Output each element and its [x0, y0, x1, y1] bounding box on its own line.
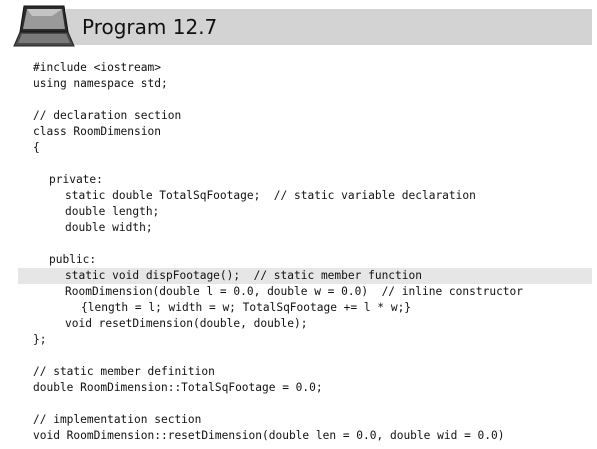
- code-line: double RoomDimension::TotalSqFootage = 0…: [0, 380, 597, 396]
- code-line-text: {: [33, 141, 40, 154]
- code-line-text: RoomDimension(double l = 0.0, double w =…: [65, 285, 524, 298]
- code-line-text: // static member definition: [33, 365, 215, 378]
- code-line: static double TotalSqFootage; // static …: [0, 188, 597, 204]
- code-line-text: static double TotalSqFootage; // static …: [65, 189, 476, 202]
- code-line-text: #include <iostream>: [33, 61, 161, 74]
- code-line-text: // implementation section: [33, 413, 202, 426]
- code-line: void resetDimension(double, double);: [0, 316, 597, 332]
- code-line: // implementation section: [0, 412, 597, 428]
- code-line: using namespace std;: [0, 76, 597, 92]
- code-line-text: static void dispFootage(); // static mem…: [65, 269, 422, 282]
- code-line: // declaration section: [0, 108, 597, 124]
- code-line-text: double RoomDimension::TotalSqFootage = 0…: [33, 381, 323, 394]
- code-listing: #include <iostream> using namespace std; /…: [0, 0, 597, 449]
- code-line: void RoomDimension::resetDimension(doubl…: [0, 428, 597, 444]
- code-line-text: {length = l; width = w; TotalSqFootage +…: [81, 301, 412, 314]
- code-line-text: class RoomDimension: [33, 125, 161, 138]
- code-line-text: void RoomDimension::resetDimension(doubl…: [33, 429, 505, 442]
- code-line-text: // declaration section: [33, 109, 182, 122]
- code-line: static void dispFootage(); // static mem…: [18, 268, 592, 284]
- code-line-text: };: [33, 333, 47, 346]
- code-line: class RoomDimension: [0, 124, 597, 140]
- code-line-text: using namespace std;: [33, 77, 168, 90]
- code-line: {length = l; width = w; TotalSqFootage +…: [0, 300, 597, 316]
- code-line-text: public:: [49, 253, 97, 266]
- code-line-text: private:: [49, 173, 103, 186]
- code-line: private:: [0, 172, 597, 188]
- code-line: };: [0, 332, 597, 348]
- code-line-text: double length;: [65, 205, 160, 218]
- code-line: public:: [0, 252, 597, 268]
- code-line: // static member definition: [0, 364, 597, 380]
- code-line: double width;: [0, 220, 597, 236]
- code-line: #include <iostream>: [0, 60, 597, 76]
- code-line: {: [0, 140, 597, 156]
- code-line: RoomDimension(double l = 0.0, double w =…: [0, 284, 597, 300]
- code-line: double length;: [0, 204, 597, 220]
- code-line-text: void resetDimension(double, double);: [65, 317, 308, 330]
- code-line-text: double width;: [65, 221, 153, 234]
